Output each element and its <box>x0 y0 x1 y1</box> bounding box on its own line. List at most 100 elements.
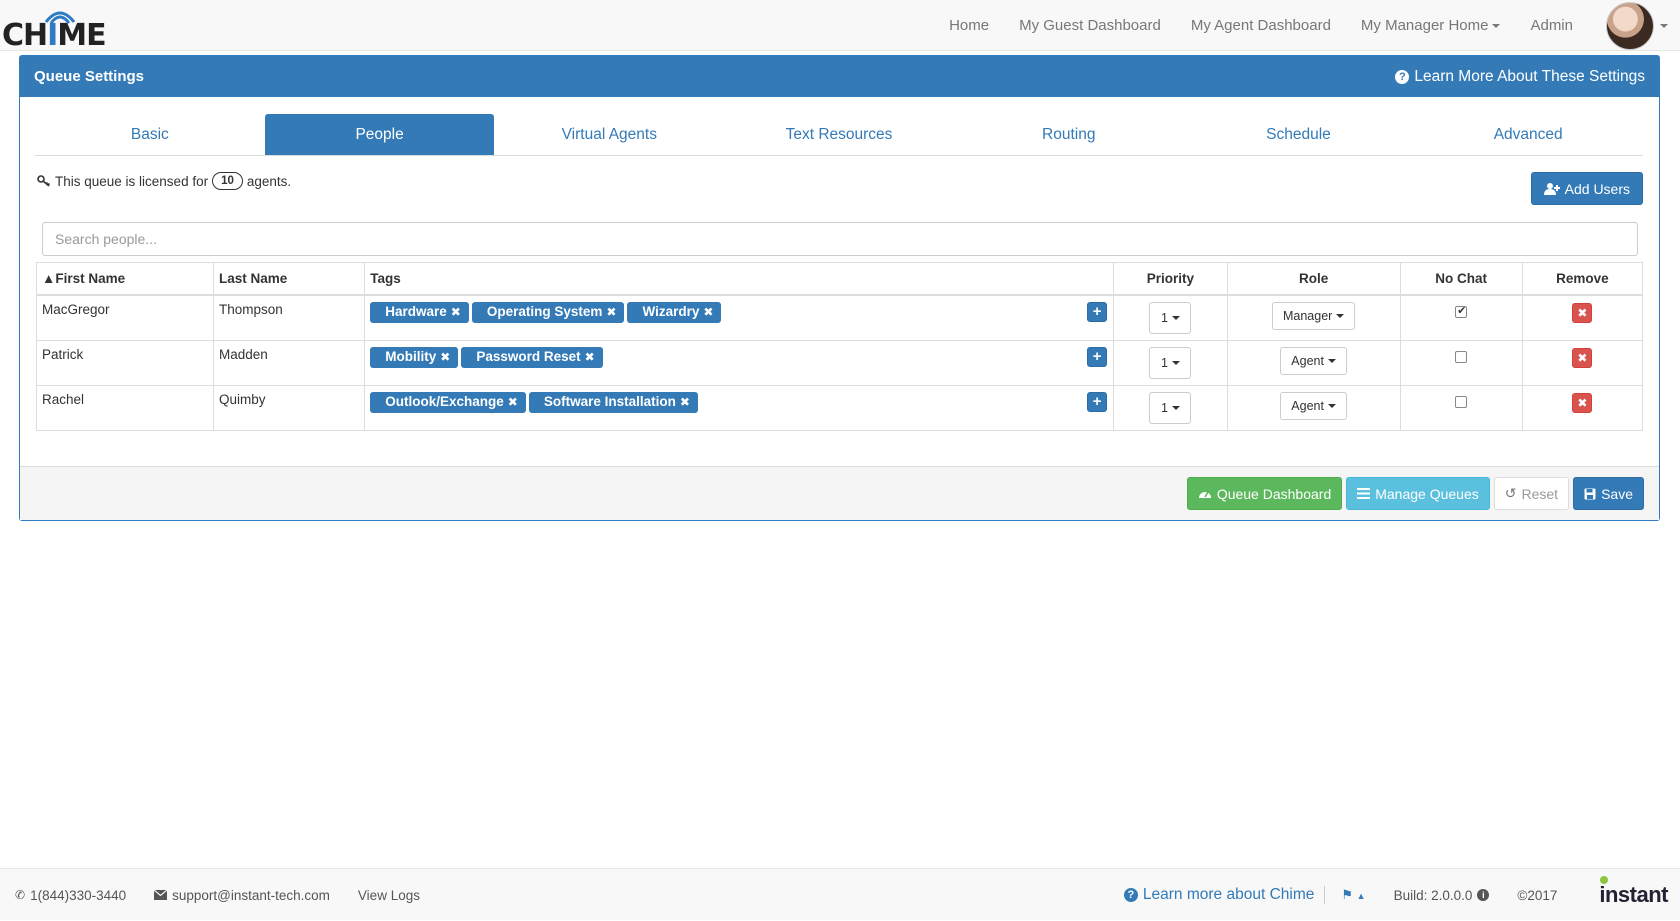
page-footer: ✆ 1(844)330-3440 support@instant-tech.co… <box>0 868 1680 920</box>
language-selector[interactable]: ⚑ ▲ <box>1325 887 1393 903</box>
remove-tag-icon[interactable]: ✖ <box>606 305 616 319</box>
add-tag-button[interactable]: + <box>1087 346 1108 367</box>
caret-down-icon[interactable] <box>1660 24 1668 28</box>
remove-user-button[interactable]: ✖ <box>1572 302 1593 323</box>
cell-no-chat <box>1399 294 1523 341</box>
role-dropdown[interactable]: Agent <box>1280 391 1347 420</box>
tag-chip: Mobility ✖ <box>370 346 459 368</box>
queue-settings-panel: Queue Settings ? Learn More About These … <box>19 55 1660 521</box>
table-header-row: ▲First Name Last Name Tags Priority Role… <box>36 262 1644 296</box>
view-logs-link[interactable]: View Logs <box>358 888 420 903</box>
no-chat-checkbox[interactable] <box>1455 395 1468 408</box>
priority-dropdown[interactable]: 1 <box>1149 346 1192 379</box>
learn-more-chime-link[interactable]: ? Learn more about Chime <box>1123 886 1326 904</box>
role-value: Manager <box>1282 308 1333 323</box>
email-text: support@instant-tech.com <box>172 887 330 903</box>
tab-routing[interactable]: Routing <box>954 114 1184 155</box>
remove-user-button[interactable]: ✖ <box>1572 392 1593 413</box>
header-first-name[interactable]: ▲First Name <box>36 262 214 296</box>
cell-last-name: Thompson <box>212 294 366 341</box>
nav-guest-dashboard[interactable]: My Guest Dashboard <box>1004 17 1176 34</box>
priority-dropdown[interactable]: 1 <box>1149 391 1192 424</box>
tab-basic[interactable]: Basic <box>35 114 265 155</box>
tag-label: Hardware <box>385 303 447 319</box>
tag-chip: Operating System ✖ <box>471 301 625 323</box>
panel-heading: Queue Settings ? Learn More About These … <box>20 56 1659 97</box>
tab-people[interactable]: People <box>264 114 495 155</box>
remove-tag-icon[interactable]: ✖ <box>451 305 461 319</box>
header-last-name[interactable]: Last Name <box>212 262 366 296</box>
add-tag-button[interactable]: + <box>1087 391 1108 412</box>
nav-manager-home[interactable]: My Manager Home <box>1346 17 1516 34</box>
tag-label: Software Installation <box>543 393 676 409</box>
caret-down-icon <box>1327 403 1336 408</box>
cell-role: Manager <box>1226 294 1401 341</box>
tag-label: Mobility <box>385 348 437 364</box>
tab-virtual-agents[interactable]: Virtual Agents <box>494 114 724 155</box>
question-circle-icon: ? <box>1123 888 1138 902</box>
cell-tags: Mobility ✖ Password Reset ✖ + <box>364 339 1115 386</box>
close-icon: ✖ <box>1577 395 1588 410</box>
people-table: ▲First Name Last Name Tags Priority Role… <box>36 262 1644 431</box>
manage-queues-label: Manage Queues <box>1375 485 1479 502</box>
instant-logo-text: instant <box>1599 882 1668 907</box>
queue-dashboard-button[interactable]: Queue Dashboard <box>1186 477 1343 510</box>
caret-down-icon <box>1492 24 1501 29</box>
nav-links: Home My Guest Dashboard My Agent Dashboa… <box>934 0 1588 51</box>
remove-tag-icon[interactable]: ✖ <box>508 395 518 409</box>
cell-first-name: MacGregor <box>36 294 214 341</box>
tab-schedule[interactable]: Schedule <box>1184 114 1414 155</box>
priority-value: 1 <box>1160 310 1168 325</box>
tag-label: Password Reset <box>476 348 581 364</box>
caret-up-icon: ▲ <box>1356 891 1366 901</box>
user-avatar[interactable] <box>1606 2 1654 50</box>
chime-logo[interactable]: CHIME <box>2 6 107 53</box>
nav-admin[interactable]: Admin <box>1515 17 1588 34</box>
footer-email[interactable]: support@instant-tech.com <box>154 888 330 903</box>
add-users-button[interactable]: Add Users <box>1530 172 1643 205</box>
footer-contact: ✆ 1(844)330-3440 support@instant-tech.co… <box>15 869 420 921</box>
no-chat-checkbox[interactable] <box>1455 304 1468 318</box>
instant-logo: instant <box>1599 876 1668 908</box>
reset-button[interactable]: ↺ Reset <box>1493 477 1570 510</box>
role-value: Agent <box>1291 398 1324 413</box>
cell-role: Agent <box>1226 384 1401 431</box>
remove-tag-icon[interactable]: ✖ <box>703 305 713 319</box>
learn-more-settings-link[interactable]: ? Learn More About These Settings <box>1395 68 1645 86</box>
table-row: Rachel Quimby Outlook/Exchange ✖ Software … <box>36 384 1644 431</box>
remove-tag-icon[interactable]: ✖ <box>440 350 450 364</box>
nav-home[interactable]: Home <box>934 17 1004 34</box>
header-no-chat: No Chat <box>1399 262 1523 296</box>
tab-text-resources[interactable]: Text Resources <box>724 114 954 155</box>
key-icon <box>37 175 51 187</box>
tag-chip: Software Installation ✖ <box>528 391 698 413</box>
info-circle-icon[interactable]: i <box>1477 889 1490 901</box>
phone-icon: ✆ <box>15 888 26 902</box>
close-icon: ✖ <box>1577 305 1588 320</box>
remove-tag-icon[interactable]: ✖ <box>680 395 690 409</box>
caret-down-icon <box>1171 360 1180 365</box>
footer-right: ? Learn more about Chime ⚑ ▲ Build: 2.0.… <box>1123 869 1668 921</box>
tag-chip: Password Reset ✖ <box>461 346 603 368</box>
manage-queues-button[interactable]: Manage Queues <box>1346 477 1490 510</box>
save-button[interactable]: Save <box>1573 477 1644 510</box>
header-remove: Remove <box>1521 262 1644 296</box>
no-chat-checkbox[interactable] <box>1455 350 1468 363</box>
header-role[interactable]: Role <box>1226 262 1401 296</box>
role-dropdown[interactable]: Manager <box>1271 301 1356 330</box>
nav-agent-dashboard[interactable]: My Agent Dashboard <box>1176 17 1346 34</box>
close-icon: ✖ <box>1577 350 1588 365</box>
remove-user-button[interactable]: ✖ <box>1572 347 1593 368</box>
tab-advanced[interactable]: Advanced <box>1413 114 1643 155</box>
undo-icon: ↺ <box>1504 485 1517 501</box>
add-tag-button[interactable]: + <box>1087 301 1108 322</box>
search-people-input[interactable] <box>42 222 1638 256</box>
header-priority[interactable]: Priority <box>1113 262 1228 296</box>
footer-build: Build: 2.0.0.0 i <box>1394 888 1518 903</box>
panel-footer: Queue Dashboard Manage Queues ↺ Reset Sa… <box>20 466 1659 520</box>
role-value: Agent <box>1291 353 1324 368</box>
role-dropdown[interactable]: Agent <box>1280 346 1347 375</box>
footer-button-group: Queue Dashboard Manage Queues ↺ Reset Sa… <box>1186 477 1644 510</box>
remove-tag-icon[interactable]: ✖ <box>585 350 595 364</box>
priority-dropdown[interactable]: 1 <box>1149 301 1192 334</box>
